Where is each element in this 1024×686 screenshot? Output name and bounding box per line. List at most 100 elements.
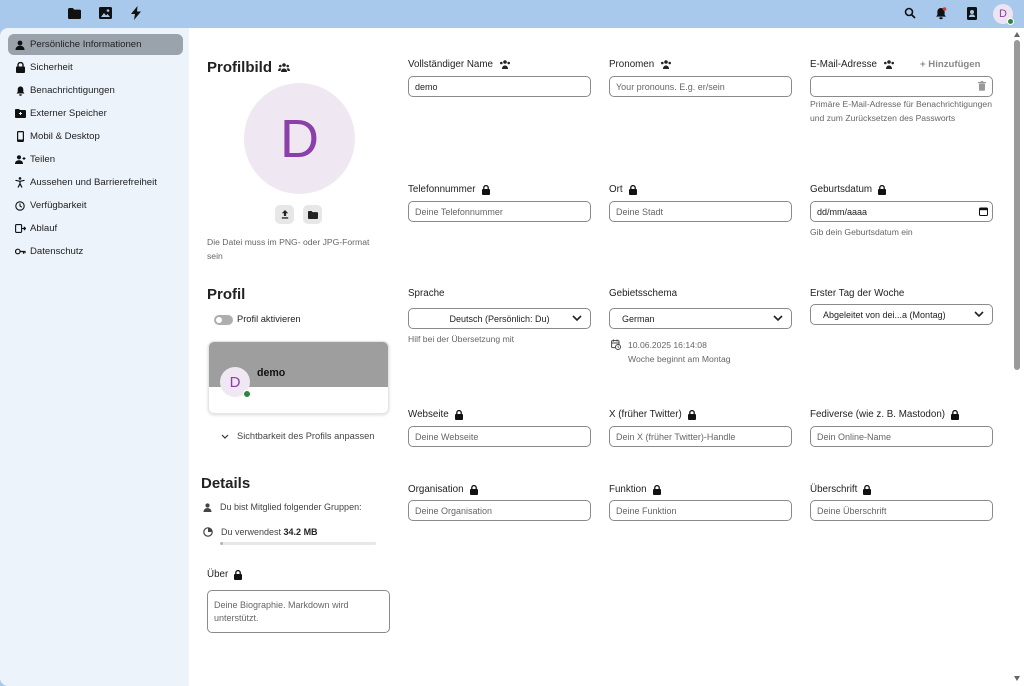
sidebar-item-label: Aussehen und Barrierefreiheit: [30, 177, 157, 188]
contacts-icon[interactable]: [965, 6, 979, 20]
role-label: Funktion: [609, 484, 647, 495]
full-name-label-row: Vollständiger Name: [408, 59, 511, 70]
online-status-icon: [1007, 18, 1014, 25]
lock-icon[interactable]: [481, 184, 490, 195]
search-icon[interactable]: [903, 6, 917, 20]
sidebar-item-security[interactable]: Sicherheit: [8, 57, 183, 78]
fediverse-label-row: Fediverse (wie z. B. Mastodon): [810, 409, 960, 420]
lock-icon[interactable]: [652, 484, 661, 495]
vertical-scrollbar[interactable]: [1014, 40, 1020, 370]
federation-scope-icon[interactable]: [883, 60, 895, 69]
personal-info-content: Profilbild D Die Datei muss im PNG- oder…: [189, 28, 1024, 686]
birthdate-input[interactable]: dd/mm/aaaa: [810, 201, 993, 222]
chevron-down-icon: [773, 315, 783, 321]
activity-icon[interactable]: [129, 6, 143, 20]
sidebar-item-notifications[interactable]: Benachrichtigungen: [8, 80, 183, 101]
upload-avatar-button[interactable]: [275, 205, 294, 224]
trash-icon[interactable]: [978, 81, 986, 91]
phone-label-row: Telefonnummer: [408, 184, 490, 195]
quota-progress-fill: [220, 542, 224, 545]
folder-icon: [307, 210, 318, 219]
first-day-value: Abgeleitet von dei...a (Montag): [823, 309, 946, 320]
sidebar-item-mobile-desktop[interactable]: Mobil & Desktop: [8, 126, 183, 147]
fediverse-label: Fediverse (wie z. B. Mastodon): [810, 409, 946, 420]
location-input[interactable]: Deine Stadt: [609, 201, 792, 222]
lock-icon[interactable]: [234, 569, 243, 580]
profile-enable-toggle[interactable]: [214, 315, 233, 325]
federation-scope-icon[interactable]: [499, 60, 511, 69]
sidebar-item-availability[interactable]: Verfügbarkeit: [8, 195, 183, 216]
lock-icon: [14, 62, 26, 74]
sidebar-item-privacy[interactable]: Datenschutz: [8, 241, 183, 262]
sidebar-item-appearance[interactable]: Aussehen und Barrierefreiheit: [8, 172, 183, 193]
calendar-icon[interactable]: [979, 207, 988, 216]
avatar-letter: D: [999, 8, 1007, 20]
lock-icon[interactable]: [469, 484, 478, 495]
choose-avatar-from-files-button[interactable]: [303, 205, 322, 224]
phone-label: Telefonnummer: [408, 184, 476, 195]
headline-input[interactable]: Deine Überschrift: [810, 500, 993, 521]
profile-visibility-toggle[interactable]: Sichtbarkeit des Profils anpassen: [221, 431, 374, 441]
role-label-row: Funktion: [609, 484, 661, 495]
headline-label-row: Überschrift: [810, 484, 872, 495]
pronouns-input[interactable]: Your pronouns. E.g. er/sein: [609, 76, 792, 97]
organisation-label: Organisation: [408, 484, 464, 495]
week-start-hint: Woche beginnt am Montag: [628, 354, 731, 364]
lock-icon[interactable]: [951, 409, 960, 420]
quota-pie-icon: [203, 527, 213, 537]
share-icon: [14, 154, 26, 166]
sidebar-item-label: Externer Speicher: [30, 108, 107, 119]
locale-label: Gebietsschema: [609, 288, 678, 299]
sidebar-item-flow[interactable]: Ablauf: [8, 218, 183, 239]
key-icon: [14, 246, 26, 258]
federation-scope-icon[interactable]: [660, 60, 672, 69]
about-textarea[interactable]: Deine Biographie. Markdown wird unterstü…: [207, 590, 390, 633]
avatar-letter: D: [229, 373, 241, 391]
add-email-button[interactable]: + Hinzufügen: [920, 59, 981, 70]
organisation-input[interactable]: Deine Organisation: [408, 500, 591, 521]
profile-preview-card[interactable]: D demo: [208, 341, 389, 414]
lock-icon[interactable]: [628, 184, 637, 195]
groups-label: Du bist Mitglied folgender Gruppen:: [220, 502, 362, 512]
role-input[interactable]: Deine Funktion: [609, 500, 792, 521]
sidebar-item-external-storage[interactable]: Externer Speicher: [8, 103, 183, 124]
user-icon: [14, 39, 26, 51]
files-icon[interactable]: [67, 6, 81, 20]
details-section-title: Details: [201, 475, 251, 492]
locale-select[interactable]: German: [609, 308, 792, 329]
clock-icon: [14, 200, 26, 212]
avatar-letter: D: [280, 108, 319, 169]
fediverse-input[interactable]: Dein Online-Name: [810, 426, 993, 447]
location-label-row: Ort: [609, 184, 637, 195]
scroll-down-arrow[interactable]: [1014, 676, 1020, 682]
photos-icon[interactable]: [98, 6, 112, 20]
user-avatar-menu[interactable]: D: [993, 4, 1014, 25]
sidebar-item-personal-info[interactable]: Persönliche Informationen: [8, 34, 183, 55]
scroll-up-arrow[interactable]: [1014, 32, 1020, 38]
lock-icon[interactable]: [878, 184, 887, 195]
profile-enable-label: Profil aktivieren: [237, 314, 301, 324]
external-storage-icon: [14, 108, 26, 120]
sidebar-item-label: Persönliche Informationen: [30, 39, 142, 50]
sidebar-item-label: Teilen: [30, 154, 56, 165]
lock-icon[interactable]: [687, 409, 696, 420]
profile-section-title: Profil: [207, 286, 246, 303]
twitter-input[interactable]: Dein X (früher Twitter)-Handle: [609, 426, 792, 447]
federation-scope-icon[interactable]: [278, 63, 290, 72]
language-select[interactable]: Deutsch (Persönlich: Du): [408, 308, 591, 329]
phone-input[interactable]: Deine Telefonnummer: [408, 201, 591, 222]
sidebar-item-sharing[interactable]: Teilen: [8, 149, 183, 170]
lock-icon[interactable]: [863, 484, 872, 495]
website-input[interactable]: Deine Webseite: [408, 426, 591, 447]
full-name-input[interactable]: demo: [408, 76, 591, 97]
card-display-name: demo: [257, 367, 286, 379]
chevron-down-icon: [974, 311, 984, 317]
notifications-icon[interactable]: [934, 6, 948, 20]
language-hint[interactable]: Hilf bei der Übersetzung mit: [408, 332, 514, 346]
email-input[interactable]: [810, 76, 993, 97]
sidebar-item-label: Mobil & Desktop: [30, 131, 100, 142]
lock-icon[interactable]: [454, 409, 463, 420]
headline-label: Überschrift: [810, 484, 858, 495]
first-day-select[interactable]: Abgeleitet von dei...a (Montag): [810, 304, 993, 325]
settings-sidebar: Persönliche Informationen Sicherheit Ben…: [0, 28, 189, 686]
